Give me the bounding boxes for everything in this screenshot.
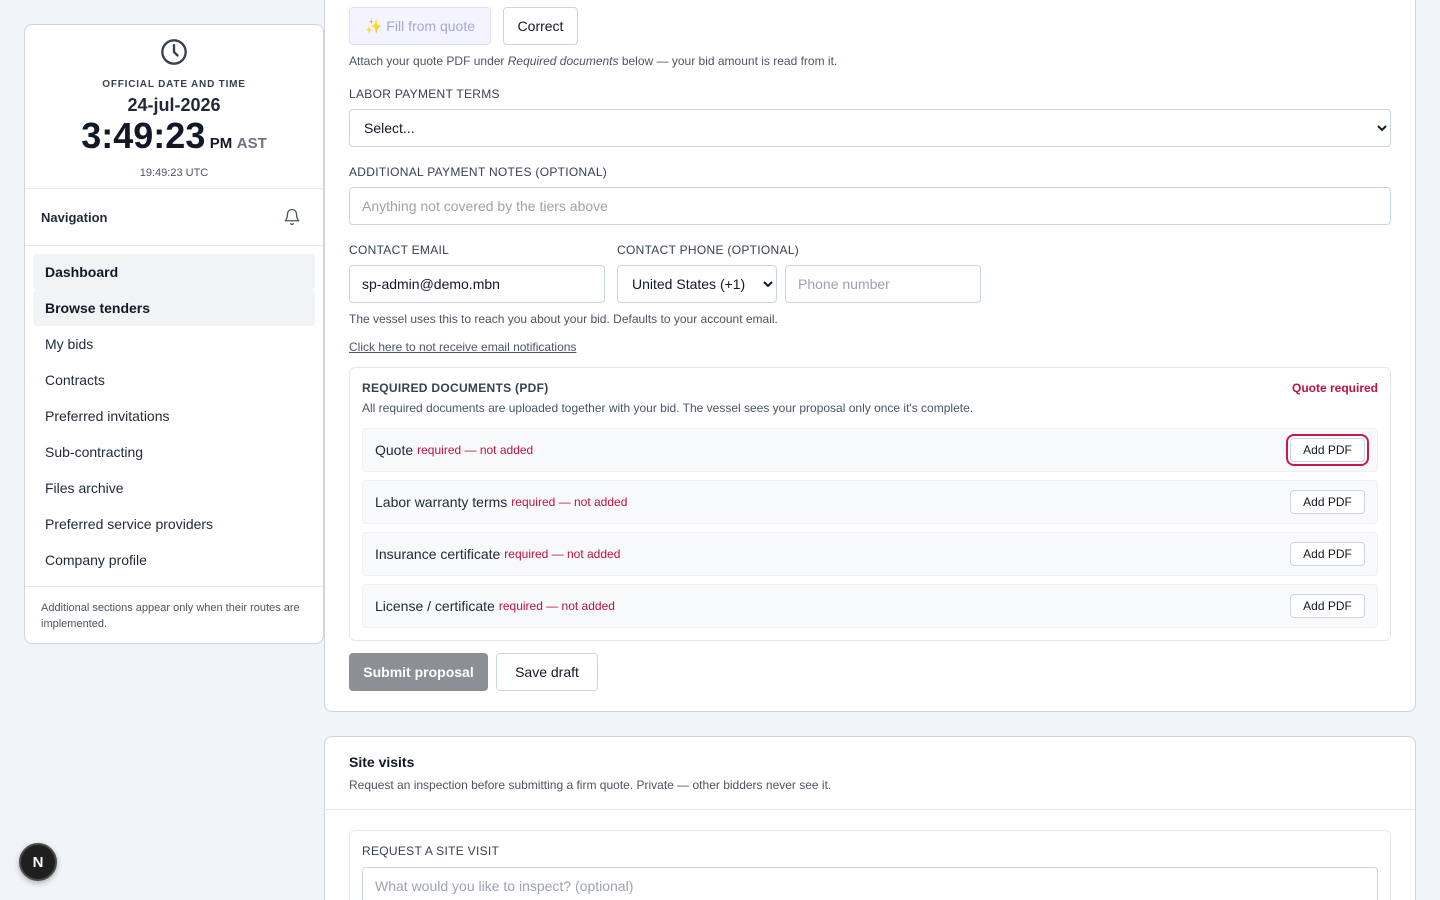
site-visits-header xyxy=(325,737,1415,810)
doc-name: Quote xyxy=(375,442,414,458)
attach-hint-emphasis: Required documents xyxy=(507,54,619,68)
sidebar-item-preferred-service-providers[interactable]: Preferred service providers xyxy=(33,506,315,542)
doc-row-license: License / certificate required — not add… xyxy=(362,584,1378,628)
doc-row-labor-warranty: Labor warranty terms required — not adde… xyxy=(362,480,1378,524)
add-pdf-quote-button[interactable]: Add PDF xyxy=(1290,438,1365,462)
sidebar-item-contracts[interactable]: Contracts xyxy=(33,362,315,398)
nav-title: Navigation xyxy=(41,209,108,225)
attach-hint-text-end: below — your bid amount is read from it. xyxy=(618,54,838,68)
sidebar-item-files-archive[interactable]: Files archive xyxy=(33,470,315,506)
clock-time-row: 3:49:23 PM AST xyxy=(25,117,323,163)
sidebar-item-company-profile[interactable]: Company profile xyxy=(33,542,315,578)
clock-timezone: AST xyxy=(236,135,267,152)
doc-row-insurance: Insurance certificate required — not add… xyxy=(362,532,1378,576)
doc-status: required — not added xyxy=(498,599,615,613)
phone-number-input[interactable] xyxy=(785,265,981,303)
doc-name: Labor warranty terms xyxy=(375,494,508,510)
quote-required-flag: Quote required xyxy=(1291,381,1378,395)
attach-hint: Attach your quote PDF under Required doc… xyxy=(349,54,837,68)
sidebar: OFFICIAL DATE AND TIME 24-jul-2026 3:49:… xyxy=(24,24,324,644)
attach-hint-text: Attach your quote PDF under xyxy=(349,54,508,68)
sidebar-item-preferred-invitations[interactable]: Preferred invitations xyxy=(33,398,315,434)
contact-email-label: CONTACT EMAIL xyxy=(349,243,450,257)
sidebar-item-sub-contracting[interactable]: Sub-contracting xyxy=(33,434,315,470)
clock-date: 24-jul-2026 xyxy=(127,95,221,115)
doc-status: required — not added xyxy=(417,443,534,457)
sidebar-item-browse-tenders[interactable]: Browse tenders xyxy=(33,290,315,326)
docs-title: REQUIRED DOCUMENTS (PDF) xyxy=(362,381,549,395)
nav-footnote: Additional sections appear only when the… xyxy=(41,602,300,630)
bell-icon[interactable] xyxy=(283,208,301,226)
add-pdf-labor-warranty-button[interactable]: Add PDF xyxy=(1290,490,1365,514)
clock-ampm: PM xyxy=(209,135,233,152)
site-visits-title: Site visits xyxy=(349,754,415,770)
email-optout-link[interactable]: Click here to not receive email notifica… xyxy=(349,340,576,354)
next-dev-badge[interactable]: N xyxy=(19,843,57,881)
sidebar-item-dashboard[interactable]: Dashboard xyxy=(33,254,315,290)
contact-help: The vessel uses this to reach you about … xyxy=(349,312,778,326)
clock-utc: 19:49:23 UTC xyxy=(139,167,209,179)
labor-terms-select[interactable]: Select... xyxy=(349,109,1391,147)
nav-list: Dashboard Browse tenders My bids Contrac… xyxy=(25,246,323,587)
correct-button[interactable]: Correct xyxy=(503,7,578,45)
official-clock: OFFICIAL DATE AND TIME 24-jul-2026 3:49:… xyxy=(25,25,323,189)
nav-header: Navigation xyxy=(25,189,323,246)
contact-phone-label: CONTACT PHONE (OPTIONAL) xyxy=(617,243,800,257)
payment-notes-input[interactable] xyxy=(349,187,1391,225)
payment-notes-label: ADDITIONAL PAYMENT NOTES (OPTIONAL) xyxy=(349,165,608,179)
doc-name: License / certificate xyxy=(375,598,495,614)
docs-help: All required documents are uploaded toge… xyxy=(362,401,974,415)
country-code-select[interactable]: United States (+1) xyxy=(617,265,777,303)
sidebar-item-my-bids[interactable]: My bids xyxy=(33,326,315,362)
request-site-visit-label: REQUEST A SITE VISIT xyxy=(362,844,500,858)
contact-email-input[interactable] xyxy=(349,265,605,303)
clock-icon xyxy=(161,39,187,65)
add-pdf-license-button[interactable]: Add PDF xyxy=(1290,594,1365,618)
clock-label: OFFICIAL DATE AND TIME xyxy=(102,79,246,90)
doc-name: Insurance certificate xyxy=(375,546,501,562)
fill-from-quote-button[interactable]: ✨ Fill from quote xyxy=(349,7,491,45)
doc-row-quote: Quote required — not added Add PDF xyxy=(362,428,1378,472)
site-visit-input[interactable] xyxy=(362,867,1378,900)
submit-proposal-button[interactable]: Submit proposal xyxy=(349,653,488,691)
labor-terms-label: LABOR PAYMENT TERMS xyxy=(349,87,500,101)
site-visits-subtitle: Request an inspection before submitting … xyxy=(349,778,832,792)
add-pdf-insurance-button[interactable]: Add PDF xyxy=(1290,542,1365,566)
save-draft-button[interactable]: Save draft xyxy=(496,653,598,691)
doc-status: required — not added xyxy=(504,547,621,561)
doc-status: required — not added xyxy=(511,495,628,509)
clock-time: 3:49:23 xyxy=(81,115,206,156)
